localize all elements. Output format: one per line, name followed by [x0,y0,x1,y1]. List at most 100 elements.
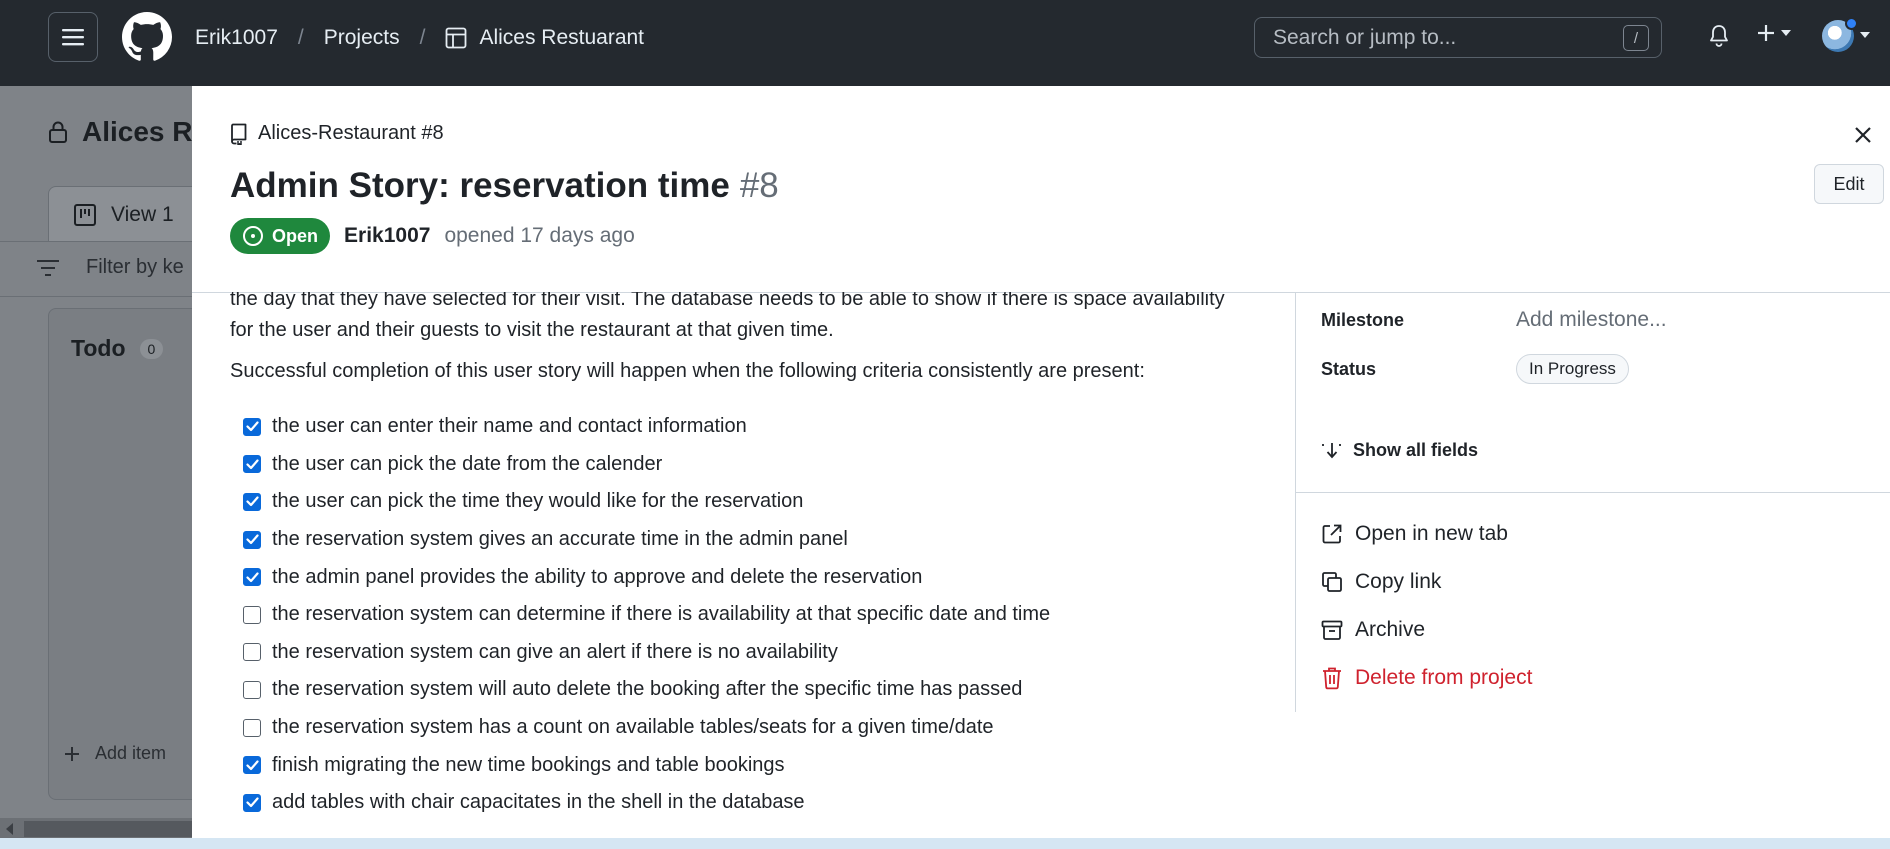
checkmark-icon [245,421,259,432]
window-bottom-edge [0,838,1890,849]
task-text: the reservation system can give an alert… [272,640,838,663]
repo-reference[interactable]: Alices-Restaurant #8 [230,122,444,145]
checked-checkbox[interactable] [243,756,261,775]
horizontal-scrollbar[interactable] [0,818,192,840]
chevron-down-icon [1781,30,1791,36]
board-view-icon [74,203,96,226]
task-list-item: the reservation system has a count on av… [230,709,1050,747]
unchecked-checkbox[interactable] [243,643,261,662]
task-list-item: the admin panel provides the ability to … [230,558,1050,596]
checkmark-icon [245,572,259,582]
archive-label: Archive [1355,618,1426,641]
delete-from-project-action[interactable]: Delete from project [1321,666,1532,690]
unchecked-checkbox[interactable] [243,680,261,699]
show-all-fields-button[interactable]: Show all fields [1321,440,1478,461]
archive-action[interactable]: Archive [1321,618,1425,642]
issue-author[interactable]: Erik1007 [344,224,430,248]
avatar-chevron-down-icon[interactable] [1860,32,1870,38]
status-value-pill[interactable]: In Progress [1516,354,1629,384]
board-title: Alices Re [48,116,208,148]
checked-checkbox[interactable] [243,417,261,436]
column-header: Todo 0 [71,335,164,362]
scrollbar-thumb[interactable] [24,821,192,837]
task-list-item: the reservation system can determine if … [230,596,1050,634]
breadcrumb: Erik1007 / Projects / Alices Restuarant [195,0,644,76]
task-list: the user can enter their name and contac… [230,408,1050,822]
item-side-panel: Alices-Restaurant #8 Edit Admin Story: r… [192,86,1890,838]
repo-icon [231,123,247,145]
open-in-new-tab-action[interactable]: Open in new tab [1321,522,1508,546]
show-all-fields-label: Show all fields [1353,440,1479,460]
delete-from-project-label: Delete from project [1355,666,1533,689]
add-item-button[interactable]: Add item [63,743,166,764]
search-shortcut-badge: / [1623,25,1649,51]
repo-reference-text: Alices-Restaurant #8 [258,122,444,144]
task-list-item: add tables with chair capacitates in the… [230,784,1050,822]
search-input[interactable]: Search or jump to... / [1254,17,1662,58]
task-text: the reservation system will auto delete … [272,678,1023,701]
body-paragraph: Successful completion of this user story… [230,360,1145,382]
milestone-value[interactable]: Add milestone... [1516,308,1667,332]
divider [1296,492,1890,493]
github-logo-icon[interactable] [122,12,172,62]
task-list-item: finish migrating the new time bookings a… [230,746,1050,784]
task-list-item: the user can enter their name and contac… [230,408,1050,446]
checked-checkbox[interactable] [243,530,261,549]
breadcrumb-project[interactable]: Alices Restuarant [445,26,644,50]
user-avatar[interactable] [1822,17,1858,52]
task-list-item: the user can pick the time they would li… [230,483,1050,521]
checked-checkbox[interactable] [243,568,261,587]
breadcrumb-owner[interactable]: Erik1007 [195,26,278,50]
task-list-item: the reservation system can give an alert… [230,634,1050,672]
breadcrumb-projects[interactable]: Projects [324,26,400,50]
filter-placeholder: Filter by ke [86,256,184,278]
checked-checkbox[interactable] [243,793,261,812]
external-link-icon [1322,524,1342,544]
edit-button[interactable]: Edit [1814,164,1884,204]
plus-icon [1758,25,1774,41]
issue-title-text: Admin Story: reservation time [230,166,730,205]
menu-button[interactable] [48,12,98,62]
scroll-left-icon[interactable] [6,823,13,835]
breadcrumb-separator: / [297,26,304,49]
issue-number: #8 [739,166,779,205]
status-label: Status [1321,358,1377,379]
issue-body: the day that they have selected for thei… [230,292,1310,838]
filter-input[interactable]: Filter by ke [36,256,184,279]
create-new-button[interactable] [1755,22,1791,44]
checkmark-icon [245,496,259,507]
top-header: Erik1007 / Projects / Alices Restuarant … [0,0,1890,86]
close-icon [1855,127,1871,143]
copy-link-action[interactable]: Copy link [1321,570,1441,594]
close-panel-button[interactable] [1850,122,1876,148]
search-placeholder: Search or jump to... [1273,25,1457,49]
milestone-field[interactable]: Milestone Add milestone... [1321,308,1667,332]
opened-time: opened 17 days ago [444,224,635,247]
task-list-item: the reservation system gives an accurate… [230,521,1050,559]
open-in-new-tab-label: Open in new tab [1355,522,1508,545]
copy-icon [1322,572,1342,592]
status-badge: Open [230,218,331,254]
item-fields-sidebar: Milestone Add milestone... Status In Pro… [1295,292,1890,712]
checkmark-icon [245,534,259,545]
plus-icon [65,746,79,761]
task-text: the user can pick the time they would li… [272,490,804,513]
view-tab-label: View 1 [111,202,174,226]
bell-icon[interactable] [1708,24,1730,48]
table-icon [446,27,467,49]
task-text: finish migrating the new time bookings a… [272,753,785,776]
task-list-item: the reservation system will auto delete … [230,671,1050,709]
view-tab[interactable]: View 1 [48,186,208,242]
task-text: the user can pick the date from the cale… [272,452,663,475]
status-field[interactable]: Status In Progress [1321,354,1629,384]
divider [0,296,192,297]
checked-checkbox[interactable] [243,455,261,474]
column-count-badge: 0 [139,338,164,359]
unchecked-checkbox[interactable] [243,605,261,624]
breadcrumb-separator: / [419,26,426,49]
checked-checkbox[interactable] [243,492,261,511]
filter-icon [37,259,59,276]
issue-opened-icon [243,226,263,246]
status-badge-label: Open [272,225,319,246]
unchecked-checkbox[interactable] [243,718,261,737]
